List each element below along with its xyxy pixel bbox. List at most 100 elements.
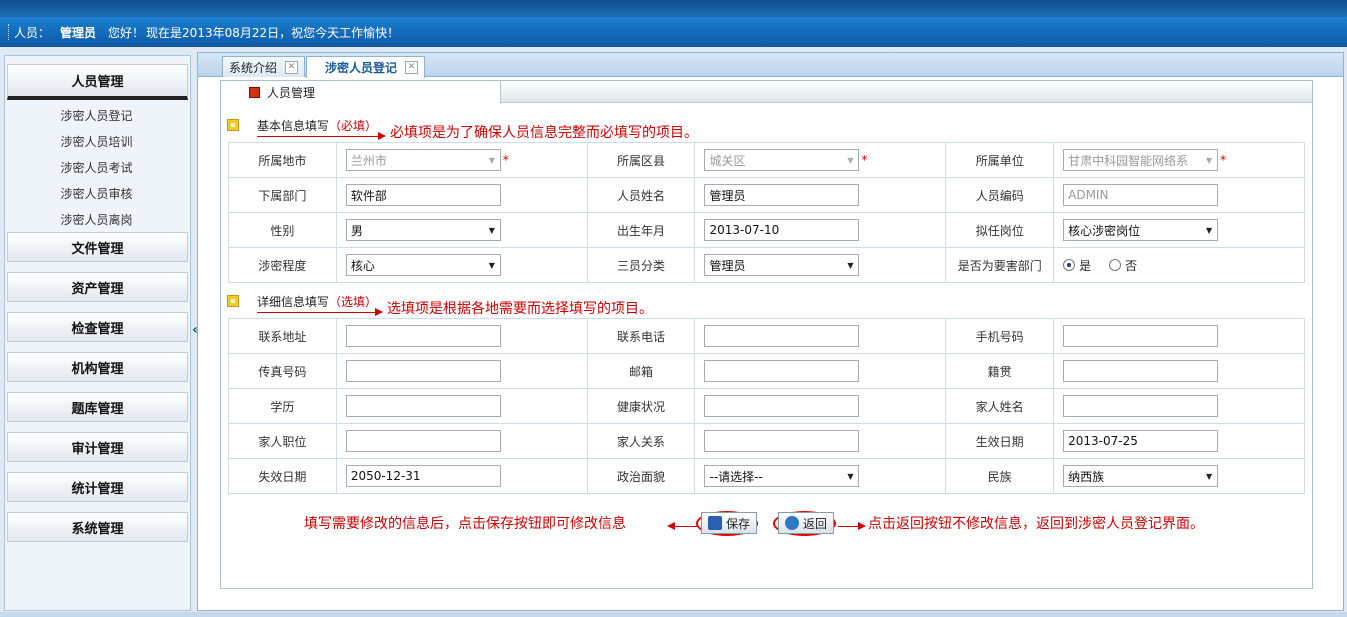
- optional-underline: [257, 312, 379, 313]
- sidebar-section-assets[interactable]: 资产管理: [7, 272, 188, 302]
- text-input[interactable]: [345, 430, 501, 452]
- personnel-panel: 人员管理 基本信息填写 （必填） 必填项是为了确保人员信息完整而必填写的项目。 …: [220, 80, 1313, 589]
- radio-button-icon[interactable]: [1109, 259, 1122, 271]
- field-wrapper: 2013-07-10: [704, 219, 945, 241]
- field-label: 健康状况: [586, 388, 696, 424]
- save-button[interactable]: 保存: [701, 512, 758, 534]
- field-wrapper: 纳西族 ▼: [1063, 465, 1304, 487]
- text-input[interactable]: [704, 430, 860, 452]
- sidebar-section-organization[interactable]: 机构管理: [7, 352, 188, 382]
- required-underline: [257, 136, 383, 137]
- text-input[interactable]: 2050-12-31: [345, 465, 501, 487]
- sidebar-section-system[interactable]: 系统管理: [7, 512, 188, 542]
- chevron-down-icon[interactable]: ▼: [484, 226, 500, 235]
- arrow-right-icon: [858, 522, 866, 530]
- form-row: 传真号码 邮箱 籍贯: [228, 353, 1305, 389]
- save-note: 填写需要修改的信息后，点击保存按钮即可修改信息: [304, 516, 626, 532]
- tab-label: 涉密人员登记: [325, 61, 398, 75]
- sidebar-section-personnel[interactable]: 人员管理: [7, 64, 188, 100]
- select-dropdown[interactable]: 男 ▼: [345, 219, 501, 241]
- radio-label: 是: [1079, 258, 1092, 273]
- text-input[interactable]: 2013-07-25: [1063, 430, 1219, 452]
- save-label: 保存: [726, 516, 751, 531]
- field-wrapper: [1063, 325, 1304, 347]
- back-note: 点击返回按钮不修改信息，返回到涉密人员登记界面。: [868, 516, 1204, 532]
- chevron-down-icon[interactable]: ▼: [1201, 156, 1217, 165]
- select-dropdown[interactable]: 核心 ▼: [345, 254, 501, 276]
- radio-option[interactable]: 是: [1063, 257, 1091, 274]
- sidebar-item-registration[interactable]: 涉密人员登记: [5, 107, 188, 124]
- field-wrapper: --请选择-- ▼: [704, 465, 945, 487]
- sidebar-section-label: 人员管理: [71, 75, 124, 90]
- field-cell: [335, 423, 588, 459]
- select-value: 管理员: [709, 258, 746, 273]
- text-input[interactable]: [704, 360, 860, 382]
- text-input[interactable]: [1063, 395, 1219, 417]
- text-input[interactable]: [1063, 360, 1219, 382]
- field-cell: [1053, 318, 1305, 354]
- back-button[interactable]: 返回: [778, 512, 835, 534]
- text-input[interactable]: 软件部: [345, 184, 501, 206]
- chevron-down-icon[interactable]: ▼: [842, 261, 858, 270]
- required-marker: *: [1220, 153, 1227, 167]
- field-label: 民族: [945, 458, 1055, 494]
- chevron-down-icon[interactable]: ▼: [842, 472, 858, 481]
- select-dropdown[interactable]: 管理员 ▼: [704, 254, 860, 276]
- text-input[interactable]: [1063, 325, 1219, 347]
- text-input: ADMIN: [1063, 184, 1219, 206]
- select-dropdown: 城关区 ▼: [704, 149, 860, 171]
- sidebar-item-training[interactable]: 涉密人员培训: [5, 133, 188, 150]
- chevron-down-icon[interactable]: ▼: [1201, 226, 1217, 235]
- sidebar-section-files[interactable]: 文件管理: [7, 232, 188, 262]
- field-cell: 核心涉密岗位 ▼: [1053, 212, 1305, 248]
- select-value: 核心: [350, 258, 375, 273]
- close-icon[interactable]: ✕: [285, 60, 299, 74]
- form-row: 性别男 ▼ 出生年月 2013-07-10 拟任岗位 核心涉密岗位 ▼: [228, 212, 1305, 248]
- text-input[interactable]: [704, 325, 860, 347]
- field-wrapper: [704, 395, 945, 417]
- select-value: 纳西族: [1068, 469, 1105, 484]
- sidebar-item-exam[interactable]: 涉密人员考试: [5, 159, 188, 176]
- field-wrapper: [345, 325, 587, 347]
- chevron-down-icon[interactable]: ▼: [1201, 472, 1217, 481]
- sidebar-section-label: 审计管理: [71, 441, 124, 457]
- text-input[interactable]: [704, 395, 860, 417]
- field-label: 家人关系: [586, 423, 696, 459]
- sidebar-section-inspection[interactable]: 检查管理: [7, 312, 188, 342]
- text-input[interactable]: [345, 360, 501, 382]
- field-wrapper: 甘肃中科园智能网络系 ▼ *: [1063, 149, 1304, 171]
- main-frame: 系统介绍 ✕ 涉密人员登记 ✕ 人员管理 基本信息填写 （必填） 必填项是为了确…: [197, 52, 1344, 611]
- chevron-down-icon[interactable]: ▼: [842, 156, 858, 165]
- text-input[interactable]: 管理员: [704, 184, 860, 206]
- text-input[interactable]: [345, 325, 501, 347]
- radio-option[interactable]: 否: [1109, 257, 1137, 274]
- sidebar-section-questionbank[interactable]: 题库管理: [7, 392, 188, 422]
- text-input[interactable]: [345, 395, 501, 417]
- field-wrapper: [1063, 360, 1304, 382]
- close-icon[interactable]: ✕: [405, 61, 419, 74]
- field-cell: [335, 388, 588, 424]
- radio-button-icon[interactable]: [1063, 259, 1076, 271]
- text-input[interactable]: 2013-07-10: [704, 219, 860, 241]
- chevron-down-icon[interactable]: ▼: [484, 156, 500, 165]
- sidebar-section-audit[interactable]: 审计管理: [7, 432, 188, 462]
- tab-label: 系统介绍: [229, 60, 278, 75]
- select-value: 核心涉密岗位: [1068, 223, 1141, 238]
- field-cell: 纳西族 ▼: [1053, 458, 1305, 494]
- field-wrapper: 男 ▼: [345, 219, 587, 241]
- sidebar-section-label: 系统管理: [71, 521, 124, 537]
- select-dropdown[interactable]: 纳西族 ▼: [1063, 465, 1219, 487]
- field-label: 人员姓名: [586, 177, 696, 213]
- sidebar-section-label: 题库管理: [71, 401, 124, 417]
- sidebar-item-review[interactable]: 涉密人员审核: [5, 185, 188, 202]
- sidebar-item-departure[interactable]: 涉密人员离岗: [5, 211, 188, 228]
- select-dropdown[interactable]: --请选择-- ▼: [704, 465, 860, 487]
- bottom-strip: [0, 612, 1347, 617]
- tab-personnel-registration[interactable]: 涉密人员登记 ✕: [306, 56, 426, 78]
- arrow-right-icon: [378, 132, 386, 140]
- sidebar-section-statistics[interactable]: 统计管理: [7, 472, 188, 502]
- chevron-down-icon[interactable]: ▼: [484, 261, 500, 270]
- tab-system-intro[interactable]: 系统介绍 ✕: [222, 56, 306, 77]
- select-value: 男: [350, 223, 363, 238]
- select-dropdown[interactable]: 核心涉密岗位 ▼: [1063, 219, 1219, 241]
